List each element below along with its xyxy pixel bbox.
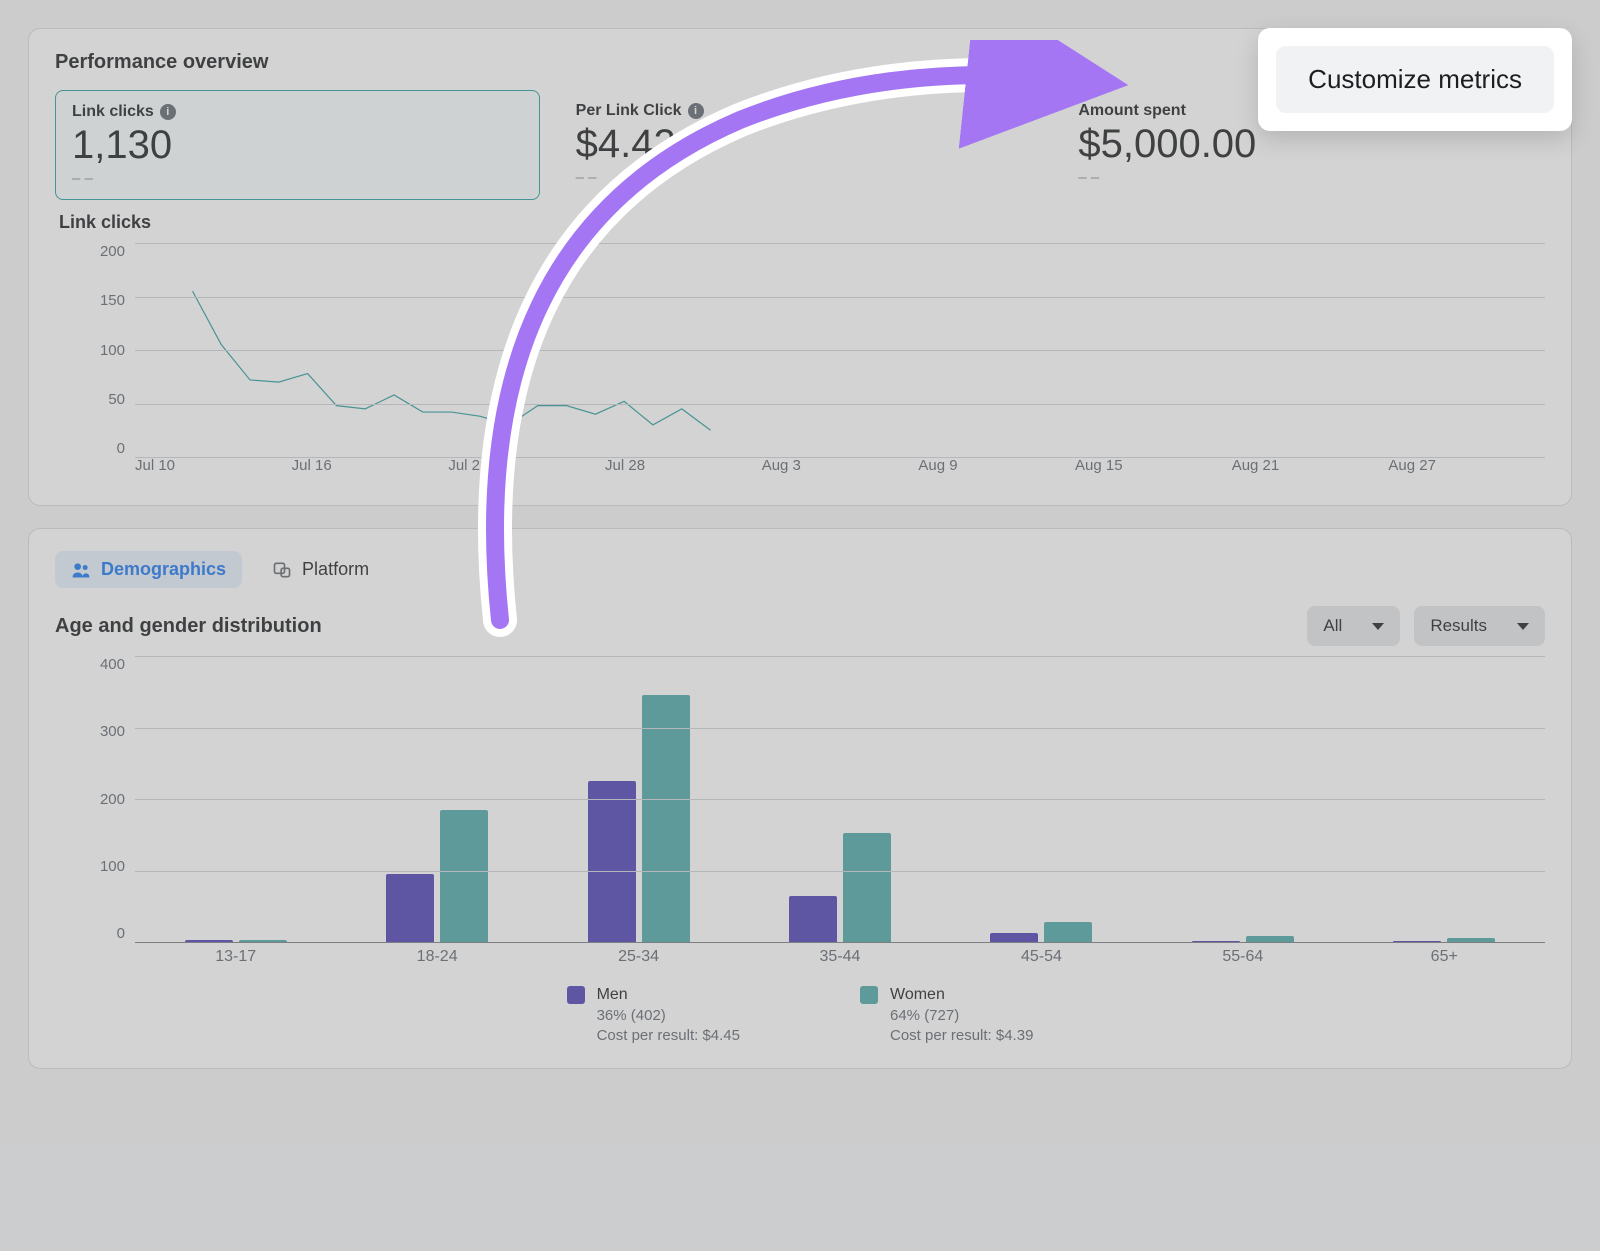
x-tick: Jul 16 [292,457,449,483]
x-tick: 55-64 [1142,942,1343,976]
grid-line [135,871,1545,872]
demographics-header-row: Age and gender distribution All Results [55,606,1545,646]
tabs-row: Demographics Platform [55,551,1545,588]
legend-swatch-women [860,986,878,1004]
y-tick: 0 [117,440,125,457]
metric-dropdown[interactable]: Results [1414,606,1545,646]
caret-down-icon [1517,623,1529,630]
x-tick: Aug 27 [1388,457,1545,483]
bar-men [588,781,636,942]
grid-line [135,404,1545,405]
caret-down-icon [1372,623,1384,630]
legend-men: Men 36% (402) Cost per result: $4.45 [567,984,740,1046]
dropdown-label: All [1323,616,1342,636]
y-tick: 150 [100,292,125,309]
demographics-panel: Demographics Platform Age and gender dis… [28,528,1572,1069]
demographics-title: Age and gender distribution [55,615,322,638]
x-tick: Jul 28 [605,457,762,483]
line-chart-x-axis: Jul 10Jul 16Jul 22Jul 28Aug 3Aug 9Aug 15… [135,457,1545,483]
info-icon[interactable]: i [160,104,176,120]
bar-chart: 400 300 200 100 0 13-1718-2425-3435-4445-545… [55,656,1545,976]
legend-name: Men [597,984,740,1006]
line-chart-title: Link clicks [59,212,1545,233]
y-tick: 200 [100,243,125,260]
customize-metrics-callout: Customize metrics [1258,28,1572,131]
metric-secondary: – – [72,170,523,187]
tab-platform[interactable]: Platform [256,551,385,588]
bar-chart-y-axis: 400 300 200 100 0 [55,656,135,976]
x-tick: 45-54 [941,942,1142,976]
bar-women [440,810,488,942]
grid-line [135,942,1545,943]
bar-women [642,695,690,942]
x-tick: Aug 3 [762,457,919,483]
legend-name: Women [890,984,1033,1006]
x-tick: Aug 21 [1232,457,1389,483]
customize-metrics-button[interactable]: Customize metrics [1276,46,1554,113]
tab-label: Demographics [101,559,226,580]
x-tick: 13-17 [135,942,336,976]
x-tick: 18-24 [336,942,537,976]
metric-card-per-link-click[interactable]: Per Link Click i $4.42 – – [560,90,1043,200]
bar-chart-legend: Men 36% (402) Cost per result: $4.45 Wom… [55,984,1545,1046]
bar-women [843,833,891,942]
metric-label: Per Link Click i [576,102,1027,120]
legend-swatch-men [567,986,585,1004]
metric-value: $4.42 [576,122,1027,167]
grid-line [135,457,1545,458]
y-tick: 0 [117,925,125,942]
metric-secondary: – – [1078,169,1529,186]
grid-line [135,799,1545,800]
metric-card-link-clicks[interactable]: Link clicks i 1,130 – – [55,90,540,200]
grid-line [135,656,1545,657]
segment-dropdown[interactable]: All [1307,606,1400,646]
bar-chart-x-axis: 13-1718-2425-3435-4445-5455-6465+ [135,942,1545,976]
legend-women: Women 64% (727) Cost per result: $4.39 [860,984,1033,1046]
devices-icon [272,560,292,580]
dropdown-label: Results [1430,616,1487,636]
legend-cost: Cost per result: $4.39 [890,1026,1033,1046]
metric-value: 1,130 [72,123,523,168]
legend-cost: Cost per result: $4.45 [597,1026,740,1046]
line-chart-y-axis: 200 150 100 50 0 [55,243,135,483]
people-icon [71,560,91,580]
y-tick: 300 [100,723,125,740]
y-tick: 200 [100,791,125,808]
y-tick: 100 [100,858,125,875]
metric-label-text: Amount spent [1078,102,1186,120]
tab-label: Platform [302,559,369,580]
x-tick: 35-44 [739,942,940,976]
legend-share: 64% (727) [890,1006,1033,1026]
grid-line [135,728,1545,729]
bar-chart-plot: 13-1718-2425-3435-4445-5455-6465+ [135,656,1545,976]
grid-line [135,243,1545,244]
tab-demographics[interactable]: Demographics [55,551,242,588]
info-icon[interactable]: i [688,103,704,119]
x-tick: Jul 22 [448,457,605,483]
x-tick: Aug 15 [1075,457,1232,483]
line-chart: 200150100500 Jul 10Jul 16Jul 22Jul 28Aug… [55,243,1545,483]
bar-men [990,933,1038,942]
metric-secondary: – – [576,169,1027,186]
y-tick: 100 [100,342,125,359]
line-chart-plot: Jul 10Jul 16Jul 22Jul 28Aug 3Aug 9Aug 15… [135,243,1545,483]
bar-women [1044,922,1092,942]
metric-label-text: Per Link Click [576,102,682,120]
y-tick: 50 [108,391,125,408]
legend-share: 36% (402) [597,1006,740,1026]
x-tick: 25-34 [538,942,739,976]
metric-label: Link clicks i [72,103,523,121]
grid-line [135,350,1545,351]
metric-label-text: Link clicks [72,103,154,121]
x-tick: Aug 9 [918,457,1075,483]
bar-men [386,874,434,942]
x-tick: Jul 10 [135,457,292,483]
y-tick: 400 [100,656,125,673]
x-tick: 65+ [1344,942,1545,976]
bar-men [789,896,837,942]
grid-line [135,297,1545,298]
